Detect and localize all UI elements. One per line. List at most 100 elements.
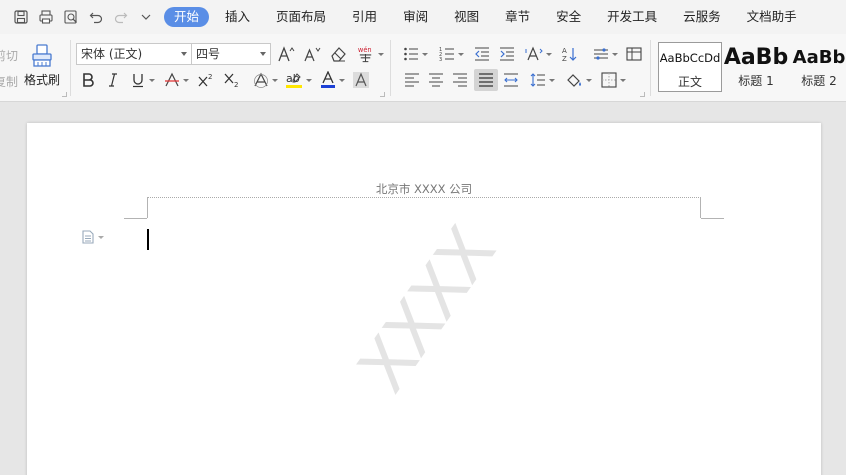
document-area[interactable]: 北京市 XXXX 公司 XXXX xyxy=(0,103,846,475)
shrink-font-button[interactable] xyxy=(302,43,322,65)
chinese-layout-button[interactable] xyxy=(590,43,620,65)
align-center-button[interactable] xyxy=(426,69,446,91)
text-effects-button[interactable] xyxy=(252,69,278,91)
print-button[interactable] xyxy=(33,5,58,29)
phonetic-guide-button[interactable]: wén xyxy=(356,43,384,65)
borders-button[interactable] xyxy=(598,69,628,91)
style-heading-2[interactable]: AaBb 标题 2 xyxy=(788,42,846,92)
italic-button[interactable] xyxy=(103,69,123,91)
style-normal[interactable]: AaBbCcDd 正文 xyxy=(658,42,722,92)
line-spacing-icon xyxy=(530,73,545,87)
header-separator xyxy=(147,197,701,198)
chevron-down-icon xyxy=(181,52,187,56)
font-dialog-launcher[interactable] xyxy=(380,92,385,97)
character-shading-icon xyxy=(353,72,369,88)
superscript-icon: 2 xyxy=(198,73,212,87)
customize-quick-access-button[interactable] xyxy=(133,5,158,29)
text-direction-button[interactable] xyxy=(524,43,552,65)
tab-security[interactable]: 安全 xyxy=(543,7,594,27)
subscript-button[interactable]: 2 xyxy=(222,69,242,91)
format-painter-icon xyxy=(32,44,52,67)
tab-page-layout[interactable]: 页面布局 xyxy=(263,7,339,27)
tab-developer[interactable]: 开发工具 xyxy=(594,7,670,27)
eraser-icon xyxy=(331,47,346,62)
font-color-button[interactable] xyxy=(318,69,346,91)
format-painter-button[interactable]: 格式刷 xyxy=(22,42,62,88)
save-button[interactable] xyxy=(8,5,33,29)
chevron-down-icon xyxy=(141,14,150,20)
style-heading-1-preview: AaBb xyxy=(723,44,789,70)
chevron-down-icon xyxy=(98,235,104,239)
decrease-indent-button[interactable] xyxy=(472,43,492,65)
page-header-text[interactable]: 北京市 XXXX 公司 xyxy=(27,181,821,197)
grow-font-icon xyxy=(278,46,295,62)
highlight-button[interactable]: ab xyxy=(284,69,312,91)
chevron-down-icon xyxy=(585,78,592,82)
divider xyxy=(650,40,651,96)
align-right-button[interactable] xyxy=(450,69,470,91)
clear-formatting-button[interactable] xyxy=(328,43,348,65)
text-effects-icon xyxy=(253,72,268,88)
svg-text:A: A xyxy=(562,47,567,55)
align-right-icon xyxy=(453,73,467,87)
chinese-layout-icon xyxy=(593,48,608,60)
shrink-font-icon xyxy=(304,47,321,62)
character-shading-button[interactable] xyxy=(352,69,370,91)
sort-icon: AZ xyxy=(562,47,577,62)
cut-button[interactable]: 剪切 xyxy=(0,47,18,64)
tab-section[interactable]: 章节 xyxy=(492,7,543,27)
paragraph-layout-button[interactable] xyxy=(81,230,104,244)
underline-button[interactable] xyxy=(128,69,156,91)
strikethrough-button[interactable] xyxy=(162,69,190,91)
redo-icon xyxy=(114,12,127,24)
chevron-down-icon xyxy=(182,78,189,82)
crop-mark-top-right-h xyxy=(701,218,724,219)
tab-view[interactable]: 视图 xyxy=(441,7,492,27)
copy-button[interactable]: 复制 xyxy=(0,73,18,90)
print-preview-button[interactable] xyxy=(58,5,83,29)
tab-insert[interactable]: 插入 xyxy=(212,7,263,27)
svg-text:3: 3 xyxy=(439,57,442,62)
phonetic-guide-icon: wén xyxy=(358,46,372,63)
chevron-down-icon xyxy=(611,52,618,56)
paragraph-shading-button[interactable] xyxy=(562,69,594,91)
redo-button[interactable] xyxy=(108,5,133,29)
justify-button[interactable] xyxy=(474,69,498,91)
font-size-value: 四号 xyxy=(196,47,221,61)
bold-button[interactable] xyxy=(78,69,98,91)
svg-text:2: 2 xyxy=(208,73,212,81)
superscript-button[interactable]: 2 xyxy=(196,69,216,91)
sort-button[interactable]: AZ xyxy=(560,43,580,65)
table-insert-button[interactable] xyxy=(624,43,644,65)
divider xyxy=(70,40,71,96)
document-icon xyxy=(82,230,94,244)
distributed-align-button[interactable] xyxy=(501,69,521,91)
svg-text:2: 2 xyxy=(234,81,238,88)
numbering-button[interactable]: 123 xyxy=(436,43,466,65)
style-heading-1[interactable]: AaBb 标题 1 xyxy=(724,42,788,92)
ribbon: 剪切 复制 格式刷 宋体 (正文) 四号 wén 2 2 ab 1 2 3 A … xyxy=(0,34,846,102)
font-family-select[interactable]: 宋体 (正文) xyxy=(76,43,192,65)
tab-cloud-service[interactable]: 云服务 xyxy=(670,7,734,27)
tab-review[interactable]: 审阅 xyxy=(390,7,441,27)
underline-icon xyxy=(132,74,143,88)
menu-bar: 开始 插入 页面布局 引用 审阅 视图 章节 安全 开发工具 云服务 文档助手 xyxy=(0,0,846,34)
undo-button[interactable] xyxy=(83,5,108,29)
bullets-button[interactable] xyxy=(400,43,430,65)
tab-home[interactable]: 开始 xyxy=(164,7,210,27)
tab-references[interactable]: 引用 xyxy=(339,7,390,27)
paragraph-dialog-launcher[interactable] xyxy=(640,92,645,97)
tab-document-assistant[interactable]: 文档助手 xyxy=(734,7,810,27)
save-icon xyxy=(13,10,28,24)
format-painter-label: 格式刷 xyxy=(23,73,60,87)
line-spacing-button[interactable] xyxy=(528,69,556,91)
increase-indent-button[interactable] xyxy=(497,43,517,65)
document-page[interactable]: 北京市 XXXX 公司 XXXX xyxy=(27,123,821,475)
align-left-button[interactable] xyxy=(402,69,422,91)
chevron-down-icon xyxy=(619,78,626,82)
align-center-icon xyxy=(429,73,443,87)
font-size-select[interactable]: 四号 xyxy=(191,43,271,65)
chevron-down-icon xyxy=(148,78,155,82)
grow-font-button[interactable] xyxy=(276,43,296,65)
clipboard-dialog-launcher[interactable] xyxy=(62,92,67,97)
